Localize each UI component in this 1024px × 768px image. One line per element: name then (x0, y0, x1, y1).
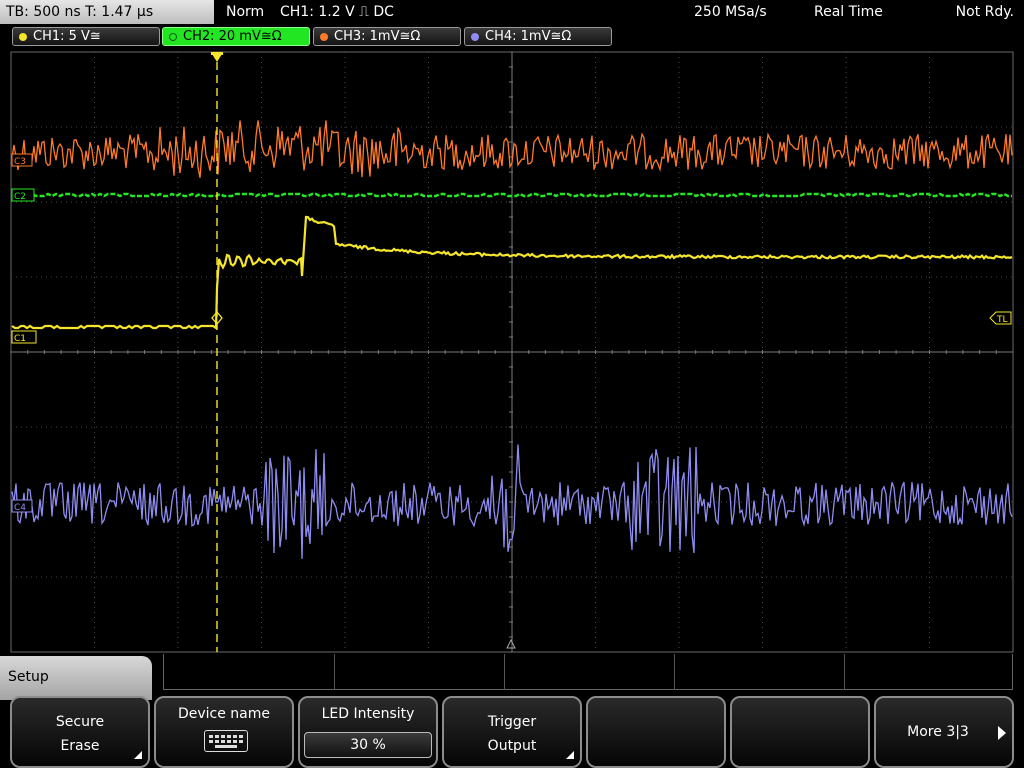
channel-bar: CH1: 5 V≅ CH2: 20 mV≅Ω CH3: 1mV≅Ω CH4: 1… (0, 24, 1024, 48)
more-button[interactable]: More 3|3 (874, 696, 1014, 768)
channel-label: CH1: 5 V≅ (33, 29, 101, 44)
acquisition-mode[interactable]: Real Time (814, 0, 883, 24)
keyboard-icon (204, 730, 248, 752)
svg-text:C3: C3 (14, 157, 26, 167)
device-name-button[interactable]: Device name (154, 696, 294, 768)
trigger-info[interactable]: CH1: 1.2 V ⎍ DC (280, 0, 394, 24)
status-bar: TB: 500 ns T: 1.47 µs Norm CH1: 1.2 V ⎍ … (0, 0, 1024, 24)
submenu-corner-icon (134, 751, 142, 759)
secure-erase-button[interactable]: Secure Erase (10, 696, 150, 768)
menu-title: Setup (0, 656, 152, 700)
waveform-display[interactable]: C3 C2 C1 C4 TL (0, 48, 1024, 654)
ch4-marker[interactable]: C4 (11, 499, 33, 513)
channel-dot-icon (19, 33, 27, 41)
channel-tab-ch4[interactable]: CH4: 1mV≅Ω (464, 27, 612, 46)
trigger-position-bar (211, 52, 223, 55)
empty-softkey-5[interactable] (586, 696, 726, 768)
channel-dot-icon (471, 33, 479, 41)
softkey-menu: Setup Secure Erase Device name LED Inten… (0, 654, 1024, 768)
channel-tab-ch2[interactable]: CH2: 20 mV≅Ω (162, 27, 310, 46)
trigger-mode[interactable]: Norm (226, 0, 264, 24)
svg-text:C4: C4 (14, 503, 26, 513)
ch3-marker[interactable]: C3 (11, 153, 33, 167)
channel-label: CH3: 1mV≅Ω (334, 29, 421, 44)
channel-tab-ch1[interactable]: CH1: 5 V≅ (12, 27, 160, 46)
acquisition-status: Not Rdy. (955, 4, 1014, 20)
svg-text:TL: TL (996, 315, 1008, 325)
channel-dot-icon (320, 33, 328, 41)
timebase-readout[interactable]: TB: 500 ns T: 1.47 µs (0, 0, 214, 24)
waveform-svg: C3 C2 C1 C4 TL (10, 51, 1014, 653)
trigger-output-button[interactable]: Trigger Output (442, 696, 582, 768)
submenu-corner-icon (566, 751, 574, 759)
menu-info-strip (163, 654, 1013, 690)
channel-tab-ch3[interactable]: CH3: 1mV≅Ω (313, 27, 461, 46)
led-intensity-button[interactable]: LED Intensity 30 % (298, 696, 438, 768)
channel-label: CH2: 20 mV≅Ω (183, 29, 282, 44)
channel-label: CH4: 1mV≅Ω (485, 29, 572, 44)
arrow-right-icon (998, 726, 1006, 740)
led-intensity-value: 30 % (304, 732, 432, 758)
ch1-marker[interactable]: C1 (11, 330, 37, 344)
empty-softkey-6[interactable] (730, 696, 870, 768)
ch2-marker[interactable]: C2 (11, 188, 35, 202)
svg-text:C2: C2 (14, 192, 26, 202)
sample-rate: 250 MSa/s (694, 4, 767, 20)
channel-dot-icon (169, 33, 177, 41)
svg-text:C1: C1 (14, 334, 26, 344)
